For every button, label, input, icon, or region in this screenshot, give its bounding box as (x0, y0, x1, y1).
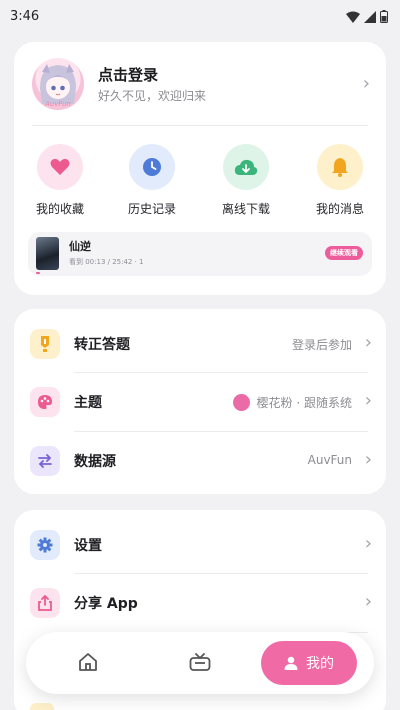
profile-card: AuvFun 点击登录 好久不见，欢迎归来 › 我的收藏 历史记录 离线下载 我… (14, 42, 386, 295)
divider (32, 125, 368, 126)
menu-card-1: 转正答题 登录后参加 › 主题 樱花粉 · 跟随系统 › 数据源 AuvFun … (14, 309, 386, 494)
heart-icon (50, 158, 70, 175)
chevron-right-icon: › (364, 390, 372, 411)
menu-item-label: 设置 (74, 538, 102, 554)
menu-item-label: 数据源 (74, 454, 116, 470)
quick-action-history[interactable]: 历史记录 (122, 144, 182, 217)
nav-schedule[interactable] (189, 652, 211, 676)
menu-item-data-source[interactable]: 数据源 AuvFun › (14, 432, 386, 490)
history-progress-bar (36, 272, 40, 274)
menu-item-settings[interactable]: 设置 › (14, 516, 386, 574)
home-icon (79, 653, 97, 671)
resume-button[interactable]: 继续观看 (325, 246, 363, 260)
continue-watching-card[interactable]: 仙逆 看到 00:13 / 25:42 · 1 继续观看 (28, 232, 372, 276)
messages-icon-bg (317, 144, 363, 190)
status-time: 3:46 (10, 9, 40, 24)
theme-icon-bg (30, 387, 60, 417)
history-title: 仙逆 (69, 240, 91, 253)
login-title[interactable]: 点击登录 (98, 64, 158, 85)
menu-icon-peek (30, 703, 54, 710)
history-icon-bg (129, 144, 175, 190)
wifi-icon (346, 11, 360, 23)
menu-item-value: 樱花粉 · 跟随系统 (256, 396, 352, 410)
quick-action-label: 历史记录 (127, 202, 176, 216)
signal-icon (364, 10, 376, 23)
login-subtitle: 好久不见，欢迎归来 (98, 89, 207, 103)
chevron-right-icon: › (364, 332, 372, 353)
menu-item-label: 分享 App (74, 596, 138, 612)
cloud-download-icon (234, 159, 258, 175)
chevron-right-icon: › (364, 449, 372, 470)
nav-me-label: 我的 (306, 656, 334, 672)
menu-item-value: 登录后参加 (291, 338, 352, 352)
menu-item-share[interactable]: 分享 App › (14, 574, 386, 632)
menu-item-value: AuvFun (307, 453, 352, 467)
chevron-right-icon: › (364, 533, 372, 554)
gear-icon (37, 537, 53, 553)
menu-item-quiz[interactable]: 转正答题 登录后参加 › (14, 315, 386, 373)
menu-item-theme[interactable]: 主题 樱花粉 · 跟随系统 › (14, 373, 386, 431)
bell-icon (332, 158, 348, 177)
favorites-icon-bg (37, 144, 83, 190)
quick-action-downloads[interactable]: 离线下载 (216, 144, 276, 217)
quick-action-favorites[interactable]: 我的收藏 (30, 144, 90, 217)
tv-icon (189, 653, 211, 671)
status-icons (346, 10, 388, 23)
settings-icon-bg (30, 530, 60, 560)
menu-item-label: 主题 (74, 395, 102, 411)
theme-value: 樱花粉 · 跟随系统 (232, 394, 352, 411)
clock-icon (143, 158, 161, 176)
quiz-icon-bg (30, 329, 60, 359)
chevron-right-icon: › (362, 73, 370, 94)
nav-home[interactable] (78, 652, 98, 676)
avatar-caption: AuvFun (45, 100, 71, 108)
person-icon (284, 656, 298, 670)
bottom-nav: 我的 (26, 632, 374, 694)
medal-icon (41, 336, 49, 352)
downloads-icon-bg (223, 144, 269, 190)
share-icon (38, 595, 52, 611)
share-icon-bg (30, 588, 60, 618)
palette-icon (38, 395, 52, 409)
quick-action-label: 我的消息 (315, 202, 364, 216)
history-progress-text: 看到 00:13 / 25:42 · 1 (69, 258, 144, 266)
nav-me-active[interactable]: 我的 (261, 641, 357, 685)
theme-color-swatch (232, 394, 250, 411)
quick-action-label: 我的收藏 (35, 202, 84, 216)
quick-action-label: 离线下载 (221, 202, 270, 216)
history-thumbnail (36, 237, 59, 270)
data-source-icon-bg (30, 446, 60, 476)
quick-action-messages[interactable]: 我的消息 (310, 144, 370, 217)
chevron-right-icon: › (364, 591, 372, 612)
avatar[interactable]: AuvFun (32, 58, 84, 110)
status-bar: 3:46 (0, 0, 400, 34)
battery-icon (380, 10, 388, 23)
menu-item-label: 转正答题 (74, 337, 130, 353)
swap-icon (38, 454, 52, 468)
